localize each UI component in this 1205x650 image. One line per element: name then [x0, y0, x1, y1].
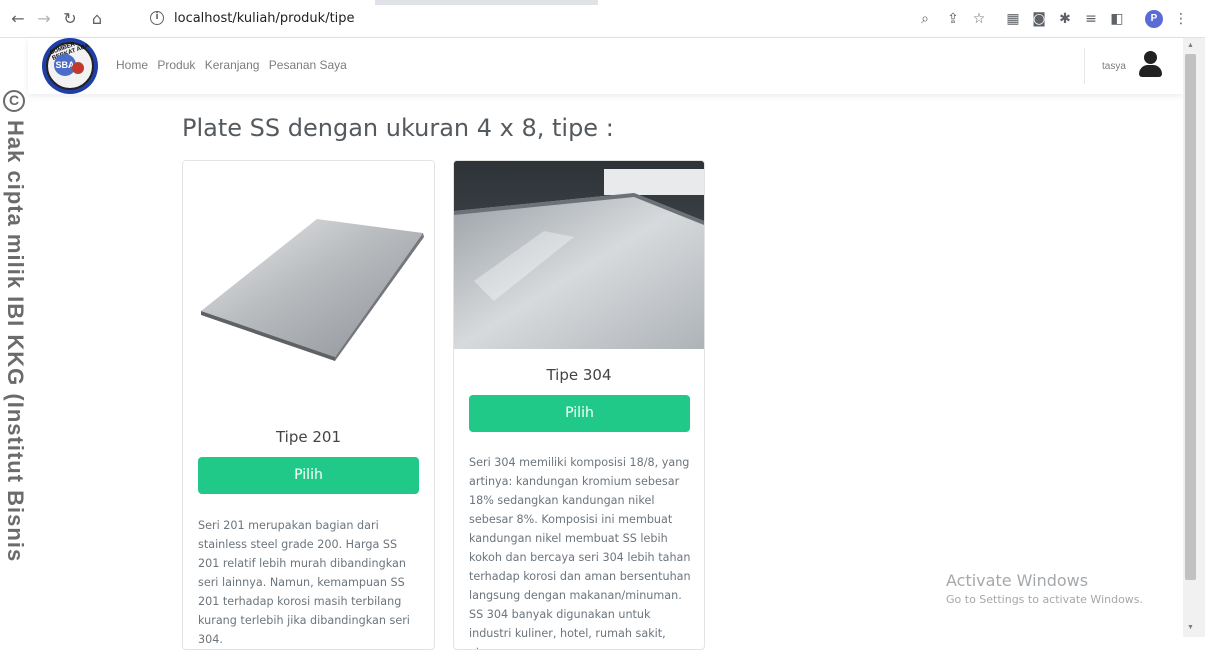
scroll-thumb[interactable]: [1185, 54, 1196, 580]
side-panel-icon[interactable]: ◧: [1108, 10, 1126, 28]
more-menu-icon[interactable]: ⋮: [1172, 10, 1190, 28]
reload-icon[interactable]: ↻: [60, 9, 80, 29]
product-card-tipe-304: Tipe 304 Pilih Seri 304 memiliki komposi…: [453, 160, 705, 650]
url-text: localhost/kuliah/produk/tipe: [174, 11, 355, 26]
address-bar[interactable]: i localhost/kuliah/produk/tipe: [142, 7, 902, 31]
bookmark-star-icon[interactable]: ☆: [970, 10, 988, 28]
nav-link-pesanan-saya[interactable]: Pesanan Saya: [269, 58, 347, 72]
username[interactable]: tasya: [1102, 61, 1126, 72]
card-title: Tipe 304: [546, 366, 612, 384]
product-card-tipe-201: Tipe 201 Pilih Seri 201 merupakan bagian…: [182, 160, 435, 650]
scroll-up-icon[interactable]: ▲: [1185, 41, 1196, 51]
user-avatar-icon[interactable]: [1137, 51, 1163, 79]
zoom-search-icon[interactable]: ⌕: [916, 10, 934, 28]
activate-windows-notice: Activate Windows Go to Settings to activ…: [946, 571, 1143, 606]
activate-windows-title: Activate Windows: [946, 571, 1089, 590]
home-icon[interactable]: ⌂: [87, 9, 107, 29]
forward-arrow-icon[interactable]: →: [34, 9, 54, 29]
back-arrow-icon[interactable]: ←: [8, 9, 28, 29]
scroll-down-icon[interactable]: ▼: [1185, 623, 1196, 633]
product-image-plate-201: [183, 161, 434, 411]
site-navbar: SUMBER BERKAT ABADI SBA Home Produk Kera…: [28, 38, 1183, 94]
site-info-icon[interactable]: i: [150, 11, 164, 25]
browser-toolbar: ← → ↻ ⌂ i localhost/kuliah/produk/tipe ⌕…: [0, 0, 1205, 38]
card-description: Seri 304 memiliki komposisi 18/8, yang a…: [469, 456, 691, 649]
nav-link-produk[interactable]: Produk: [157, 58, 195, 72]
reading-list-icon[interactable]: ≡: [1082, 10, 1100, 28]
pilih-button-tipe-201[interactable]: Pilih: [198, 457, 419, 494]
nav-link-keranjang[interactable]: Keranjang: [205, 58, 260, 72]
extension-icon[interactable]: ▦: [1004, 10, 1022, 28]
tab-strip: [0, 0, 1205, 5]
page-scrollbar[interactable]: ▲ ▼: [1183, 38, 1205, 637]
extensions-puzzle-icon[interactable]: ✱: [1056, 10, 1074, 28]
card-title: Tipe 201: [275, 428, 342, 446]
card-description: Seri 201 merupakan bagian dari stainless…: [198, 519, 410, 646]
activate-windows-subtitle: Go to Settings to activate Windows.: [946, 593, 1144, 606]
share-icon[interactable]: ⇪: [944, 10, 962, 28]
copyright-watermark: C Hak cipta milik IBI KKG (Institut Bisn…: [0, 38, 28, 637]
product-image-plate-304: [454, 161, 704, 349]
pocket-icon[interactable]: ◙: [1030, 10, 1048, 28]
nav-links: Home Produk Keranjang Pesanan Saya: [116, 58, 353, 72]
nav-link-home[interactable]: Home: [116, 58, 148, 72]
page-title: Plate SS dengan ukuran 4 x 8, tipe :: [182, 114, 614, 142]
profile-avatar[interactable]: P: [1145, 10, 1163, 28]
brand-logo[interactable]: SUMBER BERKAT ABADI SBA: [42, 38, 98, 94]
copyright-icon: C: [3, 90, 25, 112]
nav-divider: [1084, 48, 1085, 84]
watermark-text: Hak cipta milik IBI KKG (Institut Bisnis: [3, 120, 28, 563]
pilih-button-tipe-304[interactable]: Pilih: [469, 395, 690, 432]
